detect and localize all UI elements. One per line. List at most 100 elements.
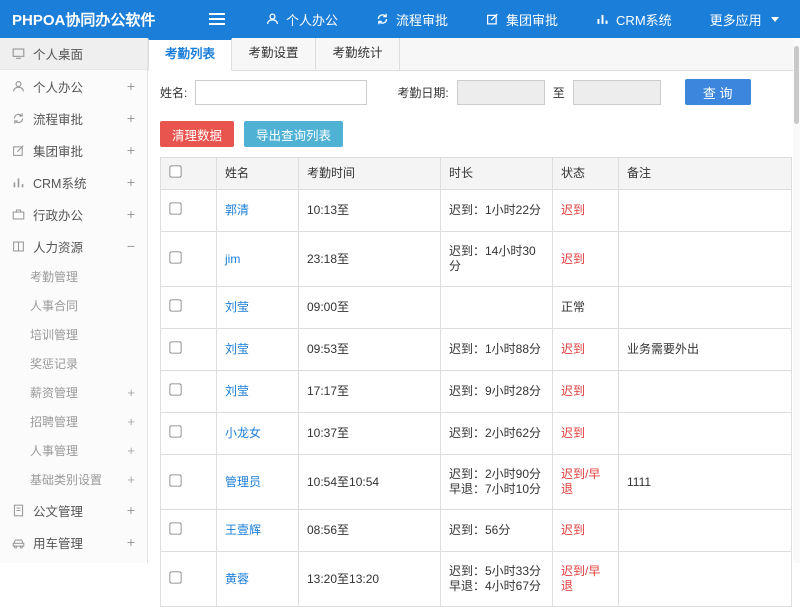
sidebar-subitem-training[interactable]: 培训管理 — [0, 320, 147, 349]
nav-group-approval[interactable]: 集团审批 — [486, 10, 558, 29]
nav-crm-system[interactable]: CRM系统 — [596, 10, 672, 29]
header-note: 备注 — [619, 158, 792, 190]
employee-name-link[interactable]: 小龙女 — [225, 426, 261, 440]
book-icon — [12, 239, 25, 253]
nav-more-apps[interactable]: 更多应用 — [710, 10, 779, 29]
scrollbar-track[interactable] — [793, 38, 800, 563]
tab-attendance-settings[interactable]: 考勤设置 — [232, 38, 316, 71]
sidebar-item-label: 行政办公 — [33, 205, 83, 224]
sidebar-item-label: 流程审批 — [33, 109, 83, 128]
expand-toggle[interactable]: + — [127, 534, 135, 550]
sidebar-subitem-label: 人事管理 — [30, 442, 78, 459]
attendance-time: 10:54至10:54 — [299, 455, 441, 510]
date-from-input[interactable] — [457, 80, 545, 105]
expand-toggle[interactable]: + — [127, 414, 135, 429]
sidebar-item-group-approval[interactable]: 集团审批 + — [0, 134, 147, 166]
sidebar-item-personal-office[interactable]: 个人办公 + — [0, 70, 147, 102]
nav-label: 个人办公 — [286, 10, 338, 29]
row-checkbox[interactable] — [169, 522, 181, 534]
sidebar-subitem-personnel[interactable]: 人事管理 + — [0, 436, 147, 465]
nav-label: CRM系统 — [616, 10, 672, 29]
attendance-time: 17:17至 — [299, 371, 441, 413]
clean-data-button[interactable]: 清理数据 — [160, 121, 234, 147]
app-title: PHPOA协同办公软件 — [0, 9, 150, 30]
expand-toggle[interactable]: + — [127, 110, 135, 126]
expand-toggle[interactable]: + — [127, 174, 135, 190]
status-badge: 迟到 — [553, 413, 619, 455]
employee-name-link[interactable]: jim — [225, 252, 240, 266]
employee-name-link[interactable]: 黄蓉 — [225, 572, 249, 586]
table-row: 刘莹 09:53至 迟到：1小时88分 迟到 业务需要外出 — [161, 329, 792, 371]
collapse-toggle[interactable]: − — [127, 238, 135, 254]
sidebar-subitem-rewards[interactable]: 奖惩记录 — [0, 349, 147, 378]
header-duration: 时长 — [441, 158, 553, 190]
row-checkbox[interactable] — [169, 571, 181, 583]
table-row: 管理员 10:54至10:54 迟到：2小时90分 早退：7小时10分 迟到/早… — [161, 455, 792, 510]
expand-toggle[interactable]: + — [127, 78, 135, 94]
expand-toggle[interactable]: + — [127, 472, 135, 487]
scrollbar-thumb[interactable] — [794, 46, 799, 124]
header-time: 考勤时间 — [299, 158, 441, 190]
attendance-time: 13:20至13:20 — [299, 552, 441, 607]
action-bar: 清理数据 导出查询列表 — [148, 113, 800, 153]
user-icon — [266, 12, 279, 26]
employee-name-link[interactable]: 刘莹 — [225, 342, 249, 356]
sidebar-subitem-attendance[interactable]: 考勤管理 — [0, 262, 147, 291]
export-list-button[interactable]: 导出查询列表 — [244, 121, 343, 147]
row-checkbox[interactable] — [169, 251, 181, 263]
duration-text: 迟到：2小时90分 早退：7小时10分 — [441, 455, 553, 510]
sidebar-item-documents[interactable]: 公文管理 + — [0, 494, 147, 526]
table-row: 刘莹 09:00至 正常 — [161, 287, 792, 329]
sidebar-item-label: CRM系统 — [33, 173, 86, 192]
employee-name-link[interactable]: 刘莹 — [225, 300, 249, 314]
row-checkbox[interactable] — [169, 341, 181, 353]
row-checkbox[interactable] — [169, 383, 181, 395]
duration-text: 迟到：1小时88分 — [441, 329, 553, 371]
employee-name-link[interactable]: 管理员 — [225, 475, 261, 489]
row-checkbox[interactable] — [169, 202, 181, 214]
nav-workflow-approval[interactable]: 流程审批 — [376, 10, 448, 29]
expand-toggle[interactable]: + — [127, 206, 135, 222]
duration-text — [441, 287, 553, 329]
employee-name-link[interactable]: 王壹辉 — [225, 523, 261, 537]
sidebar-subitem-contracts[interactable]: 人事合同 — [0, 291, 147, 320]
sidebar-item-vehicles[interactable]: 用车管理 + — [0, 526, 147, 558]
row-checkbox[interactable] — [169, 425, 181, 437]
attendance-time: 09:53至 — [299, 329, 441, 371]
note-text — [619, 287, 792, 329]
document-icon — [12, 503, 25, 517]
expand-toggle[interactable]: + — [127, 142, 135, 158]
process-icon — [12, 111, 25, 125]
employee-name-link[interactable]: 刘莹 — [225, 384, 249, 398]
sidebar-item-desktop[interactable]: 个人桌面 — [0, 38, 147, 70]
sidebar-item-hr[interactable]: 人力资源 − — [0, 230, 147, 262]
sidebar-item-crm[interactable]: CRM系统 + — [0, 166, 147, 198]
briefcase-icon — [12, 207, 25, 221]
expand-toggle[interactable]: + — [127, 385, 135, 400]
name-input[interactable] — [195, 80, 367, 105]
row-checkbox[interactable] — [169, 474, 181, 486]
search-button[interactable]: 查 询 — [685, 79, 751, 105]
tab-attendance-list[interactable]: 考勤列表 — [148, 38, 232, 71]
sidebar-item-label: 用车管理 — [33, 533, 83, 552]
employee-name-link[interactable]: 郭清 — [225, 203, 249, 217]
row-checkbox[interactable] — [169, 299, 181, 311]
select-all-checkbox[interactable] — [169, 165, 181, 177]
nav-personal-office[interactable]: 个人办公 — [266, 10, 338, 29]
sidebar-subitem-recruiting[interactable]: 招聘管理 + — [0, 407, 147, 436]
sidebar-item-admin-office[interactable]: 行政办公 + — [0, 198, 147, 230]
sidebar-subitem-label: 人事合同 — [30, 297, 78, 314]
expand-toggle[interactable]: + — [127, 502, 135, 518]
expand-toggle[interactable]: + — [127, 443, 135, 458]
tab-attendance-stats[interactable]: 考勤统计 — [316, 38, 400, 71]
sidebar-subitem-base-settings[interactable]: 基础类别设置 + — [0, 465, 147, 494]
sidebar-item-workflow-approval[interactable]: 流程审批 + — [0, 102, 147, 134]
table-row: jim 23:18至 迟到：14小时30分 迟到 — [161, 232, 792, 287]
status-badge: 迟到 — [553, 329, 619, 371]
menu-icon[interactable] — [208, 12, 226, 26]
status-badge: 迟到/早退 — [553, 552, 619, 607]
attendance-time: 08:56至 — [299, 510, 441, 552]
sidebar-subitem-salary[interactable]: 薪资管理 + — [0, 378, 147, 407]
attendance-table: 姓名 考勤时间 时长 状态 备注 郭清 10:13至 迟到：1小时22分 迟到 … — [160, 157, 792, 607]
date-to-input[interactable] — [573, 80, 661, 105]
